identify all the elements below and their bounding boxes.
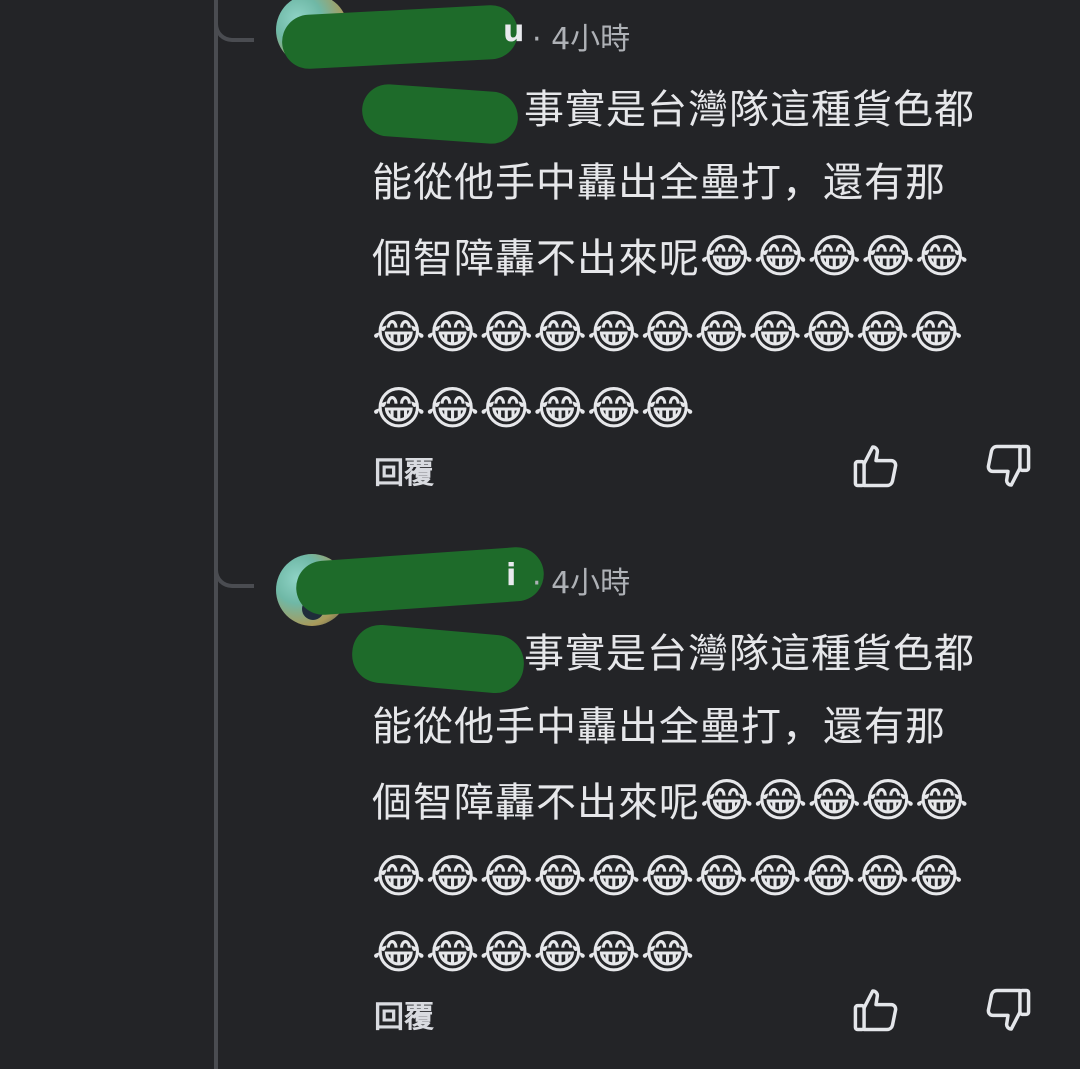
comment-thread: u · 4小時 事實是台灣隊這種貨色都 能從他手中轟出全壘打，還有那 個智障轟不… xyxy=(0,0,1080,1069)
timestamp: · 4小時 xyxy=(532,566,631,601)
reply-connector xyxy=(214,546,254,588)
thread-line xyxy=(214,0,218,1069)
reply-button[interactable]: 回覆 xyxy=(374,448,434,492)
laughing-emoji-icon: 😂😂😂😂😂 xyxy=(700,229,969,283)
comment-text-line: 個智障轟不出來呢 xyxy=(372,236,700,282)
comment-text: 事實是台灣隊這種貨色都 能從他手中轟出全壘打，還有那 個智障轟不出來呢😂😂😂😂😂… xyxy=(372,618,1042,992)
thumbs-up-icon[interactable] xyxy=(850,984,902,1036)
thumbs-down-icon[interactable] xyxy=(982,440,1034,492)
timestamp: · 4小時 xyxy=(532,22,631,57)
laughing-emoji-icon: 😂😂😂😂😂😂 xyxy=(372,925,695,979)
laughing-emoji-icon: 😂😂😂😂😂😂 xyxy=(372,381,695,435)
comment-text-line: 能從他手中轟出全壘打，還有那 xyxy=(372,704,946,750)
thumbs-down-icon[interactable] xyxy=(982,984,1034,1036)
reply-button[interactable]: 回覆 xyxy=(374,992,434,1036)
comment-text-line: 事實是台灣隊這種貨色都 xyxy=(524,631,975,677)
laughing-emoji-icon: 😂😂😂😂😂😂😂😂😂😂😂 xyxy=(372,305,964,359)
comment-text: 事實是台灣隊這種貨色都 能從他手中轟出全壘打，還有那 個智障轟不出來呢😂😂😂😂😂… xyxy=(372,74,1042,448)
reply-connector xyxy=(214,0,254,42)
redacted-username xyxy=(280,3,520,71)
comment-actions: 回覆 xyxy=(372,440,1032,500)
username[interactable]: i xyxy=(506,558,516,593)
comment-actions: 回覆 xyxy=(372,984,1032,1044)
comment-text-line: 個智障轟不出來呢 xyxy=(372,780,700,826)
laughing-emoji-icon: 😂😂😂😂😂 xyxy=(700,773,969,827)
comment-text-line: 能從他手中轟出全壘打，還有那 xyxy=(372,160,946,206)
thumbs-up-icon[interactable] xyxy=(850,440,902,492)
laughing-emoji-icon: 😂😂😂😂😂😂😂😂😂😂😂 xyxy=(372,849,964,903)
comment-text-line: 事實是台灣隊這種貨色都 xyxy=(524,87,975,133)
username[interactable]: u xyxy=(503,14,524,49)
